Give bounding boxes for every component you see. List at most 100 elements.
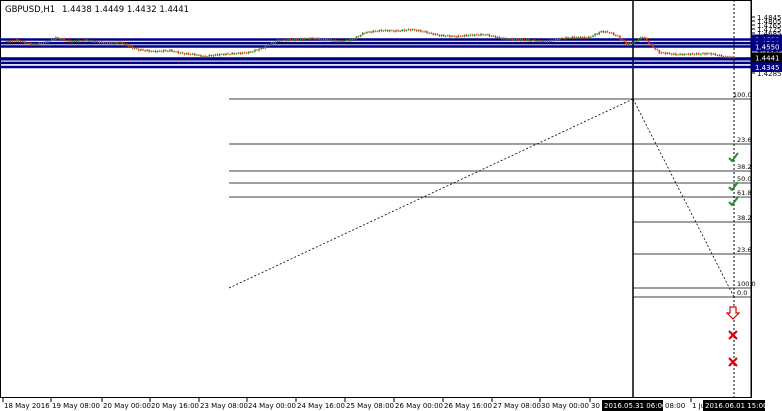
candle-body — [48, 40, 51, 43]
candle-body — [214, 54, 217, 56]
candle-body — [351, 39, 354, 41]
candle-body — [133, 48, 136, 50]
candle-body — [272, 42, 275, 44]
candle-body — [598, 32, 600, 35]
candle-body — [529, 40, 532, 42]
candle-body — [127, 45, 130, 47]
candle-body — [621, 39, 623, 40]
candle-body — [476, 34, 478, 36]
candle-body — [247, 51, 250, 54]
fib-small-trendline — [632, 98, 735, 298]
candle-body — [347, 40, 350, 41]
candle-body — [391, 30, 393, 32]
candle-body — [677, 54, 679, 56]
candle-body — [77, 40, 80, 42]
candle-body — [660, 52, 663, 54]
candle-body — [430, 32, 433, 34]
candle-body — [438, 35, 441, 37]
time-highlight-label-left: 2016.05.31 06:00 — [604, 402, 666, 410]
candle-body — [509, 38, 511, 40]
candle-body — [544, 40, 547, 42]
candle-body — [231, 52, 233, 55]
candle-body — [685, 53, 688, 55]
candle-body — [262, 47, 265, 49]
candle-body — [376, 31, 379, 33]
candle-body — [19, 41, 22, 43]
candle-body — [218, 54, 221, 56]
candle-body — [513, 39, 515, 41]
candle-body — [15, 39, 18, 42]
candle-body — [733, 57, 735, 59]
candle-body — [254, 49, 256, 52]
candle-body — [697, 53, 700, 55]
candle-body — [7, 40, 9, 42]
candle-body — [592, 35, 594, 37]
candle-body — [32, 43, 34, 45]
candle-body — [349, 39, 352, 41]
candle-body — [206, 56, 209, 58]
candle-body — [521, 39, 524, 41]
candle-body — [249, 51, 252, 53]
candle-body — [413, 29, 416, 31]
candle-body — [673, 53, 675, 55]
candle-body — [84, 39, 86, 42]
candle-body — [515, 39, 518, 41]
candle-body — [637, 39, 640, 42]
candle-body — [23, 41, 26, 44]
fib-label: 50.0 — [737, 175, 751, 183]
candle-body — [156, 50, 159, 53]
candle-body — [11, 40, 14, 42]
candle-body — [378, 29, 381, 32]
candle-body — [403, 29, 406, 31]
candle-body — [706, 53, 708, 55]
candle-body — [519, 39, 522, 41]
time-tick-label: 20 May 16:00 — [151, 402, 199, 410]
candle-body — [256, 49, 258, 51]
candle-body — [210, 54, 213, 56]
candle-body — [142, 49, 144, 51]
candle-body — [556, 38, 559, 40]
candle-body — [42, 43, 45, 44]
candle-body — [94, 41, 97, 43]
time-tick-label: 25 May 08:00 — [346, 402, 394, 410]
candle-body — [407, 29, 410, 31]
candle-body — [708, 53, 710, 54]
candle-body — [726, 56, 729, 58]
ohlc-readout: 1.4438 1.4449 1.4432 1.4441 — [62, 5, 189, 15]
candle-body — [220, 54, 223, 55]
candle-body — [115, 42, 117, 44]
time-tick-label: 18 May 2016 — [4, 402, 50, 410]
candle-body — [426, 31, 428, 34]
candle-body — [641, 37, 644, 39]
candle-body — [469, 34, 472, 36]
candle-body — [274, 41, 277, 43]
candle-body — [415, 30, 418, 32]
candle-body — [191, 53, 194, 55]
candle-body — [13, 40, 16, 42]
candle-body — [619, 35, 621, 40]
candle-body — [395, 30, 397, 32]
candle-body — [467, 35, 470, 37]
candle-body — [453, 35, 455, 37]
candle-body — [484, 34, 486, 36]
candle-body — [21, 41, 24, 43]
candle-body — [243, 52, 246, 54]
candle-body — [563, 38, 565, 39]
candle-body — [447, 35, 449, 37]
candle-body — [216, 54, 219, 56]
fib-small-label: 0.0 — [737, 289, 747, 297]
candle-body — [490, 35, 493, 37]
chart-window[interactable]: 100.0 23.6 38.2 50.0 61.8 38.2 23.6 100.0 0.0 1.… — [0, 0, 782, 411]
candle-body — [687, 53, 690, 55]
chart-canvas[interactable]: 100.023.638.250.061.838.223.6100.00.0 1.… — [0, 0, 782, 411]
time-axis: 18 May 2016 19 May 08:00 20 May 00:00 20 Ma… — [2, 398, 767, 411]
level-price-label: 1.4550 — [755, 44, 780, 52]
candle-body — [473, 34, 476, 36]
candle-body — [73, 40, 76, 42]
candle-body — [167, 51, 169, 52]
fib-label: 38.2 — [737, 163, 751, 171]
candle-body — [691, 53, 694, 55]
candle-body — [339, 40, 341, 42]
candle-body — [546, 41, 549, 43]
markers-layer — [725, 152, 741, 367]
